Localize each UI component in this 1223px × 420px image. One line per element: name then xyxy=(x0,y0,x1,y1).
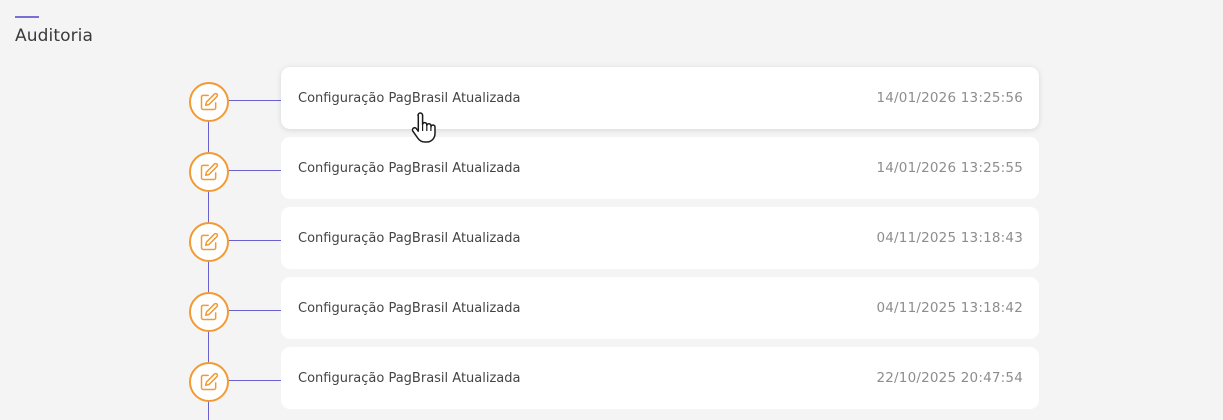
timeline-node xyxy=(189,222,229,262)
event-title: Configuração PagBrasil Atualizada xyxy=(298,160,521,176)
edit-icon xyxy=(200,162,219,181)
event-timestamp: 04/11/2025 13:18:42 xyxy=(876,300,1023,316)
timeline-row: Configuração PagBrasil Atualizada 22/10/… xyxy=(0,347,1223,409)
event-title: Configuração PagBrasil Atualizada xyxy=(298,300,521,316)
event-timestamp: 14/01/2026 13:25:55 xyxy=(876,160,1023,176)
audit-event-card[interactable]: Configuração PagBrasil Atualizada 04/11/… xyxy=(281,207,1039,269)
event-title: Configuração PagBrasil Atualizada xyxy=(298,90,521,106)
edit-icon xyxy=(200,372,219,391)
timeline-connector xyxy=(229,310,281,311)
audit-event-card[interactable]: Configuração PagBrasil Atualizada 14/01/… xyxy=(281,137,1039,199)
timeline-node xyxy=(189,292,229,332)
timeline-row: Configuração PagBrasil Atualizada 04/11/… xyxy=(0,207,1223,269)
event-timestamp: 04/11/2025 13:18:43 xyxy=(876,230,1023,246)
event-timestamp: 14/01/2026 13:25:56 xyxy=(876,90,1023,106)
event-timestamp: 22/10/2025 20:47:54 xyxy=(876,370,1023,386)
hand-pointer-cursor-icon xyxy=(411,112,436,143)
timeline-row: Configuração PagBrasil Atualizada 04/11/… xyxy=(0,277,1223,339)
timeline-connector xyxy=(229,170,281,171)
audit-event-card[interactable]: Configuração PagBrasil Atualizada 04/11/… xyxy=(281,277,1039,339)
timeline-connector xyxy=(229,380,281,381)
event-title: Configuração PagBrasil Atualizada xyxy=(298,230,521,246)
edit-icon xyxy=(200,92,219,111)
audit-event-card[interactable]: Configuração PagBrasil Atualizada 14/01/… xyxy=(281,67,1039,129)
timeline-connector xyxy=(229,240,281,241)
edit-icon xyxy=(200,232,219,251)
timeline-row: Configuração PagBrasil Atualizada 14/01/… xyxy=(0,137,1223,199)
edit-icon xyxy=(200,302,219,321)
timeline-node xyxy=(189,82,229,122)
timeline-node xyxy=(189,152,229,192)
audit-timeline: Configuração PagBrasil Atualizada 14/01/… xyxy=(0,0,1223,420)
timeline-row: Configuração PagBrasil Atualizada 14/01/… xyxy=(0,67,1223,129)
timeline-node xyxy=(189,362,229,402)
timeline-connector xyxy=(229,100,281,101)
event-title: Configuração PagBrasil Atualizada xyxy=(298,370,521,386)
audit-event-card[interactable]: Configuração PagBrasil Atualizada 22/10/… xyxy=(281,347,1039,409)
